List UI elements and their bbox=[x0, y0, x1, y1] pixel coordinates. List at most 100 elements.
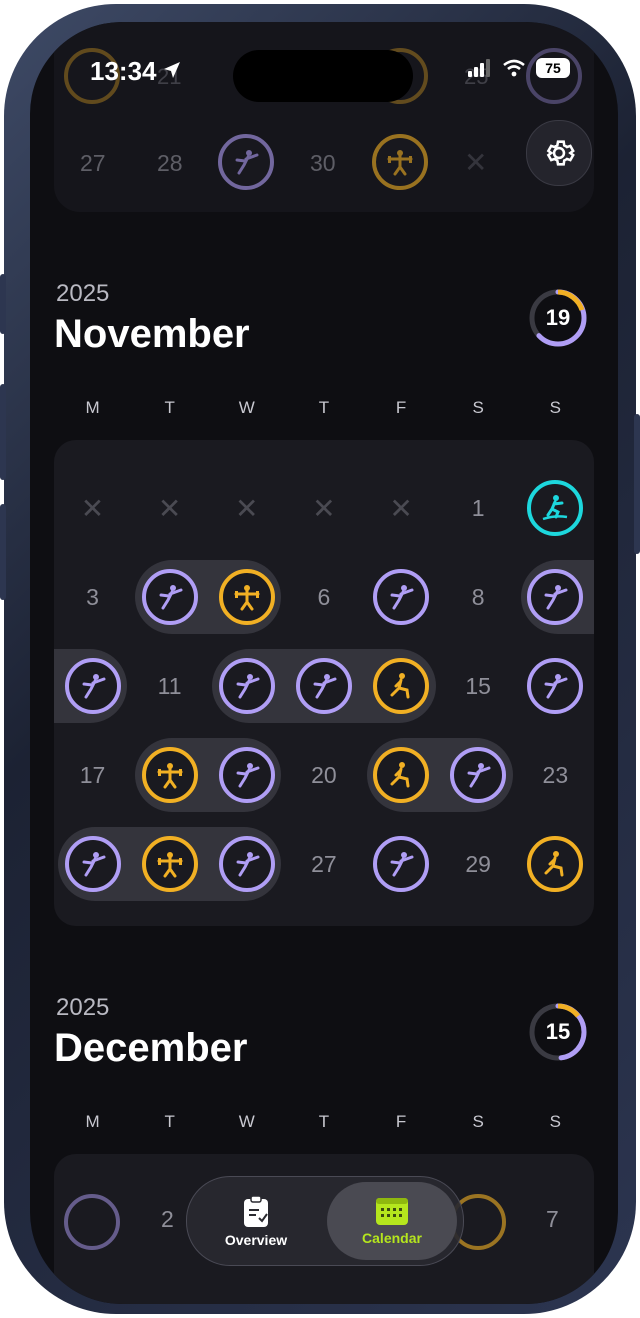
clipboard-icon bbox=[244, 1195, 268, 1227]
kick-icon bbox=[390, 585, 414, 610]
workout-badge bbox=[373, 658, 430, 714]
workout-badge bbox=[218, 836, 275, 892]
day-cell-workout[interactable] bbox=[285, 646, 362, 726]
day-cell-workout[interactable] bbox=[54, 646, 131, 726]
date-label: 23 bbox=[542, 761, 569, 788]
day-cell-workout[interactable] bbox=[517, 557, 594, 637]
day-cell-workout[interactable] bbox=[208, 557, 285, 637]
date-label: 1 bbox=[471, 494, 485, 521]
day-cell[interactable]: 29 bbox=[440, 824, 517, 904]
badge[interactable] bbox=[218, 134, 274, 190]
day-cell-workout[interactable] bbox=[517, 646, 594, 726]
day-cell[interactable]: 23 bbox=[517, 735, 594, 815]
date-label: 27 bbox=[80, 150, 106, 176]
volume-up-button bbox=[0, 384, 6, 480]
kick-icon bbox=[235, 150, 259, 175]
day-cell-workout[interactable] bbox=[363, 557, 440, 637]
day-cell-workout[interactable] bbox=[517, 468, 594, 548]
badge[interactable] bbox=[372, 134, 428, 190]
weekday-label: F bbox=[395, 398, 407, 417]
skip-mark: ✕ bbox=[235, 492, 259, 524]
status-bar: 13:34 75 bbox=[30, 22, 618, 112]
battery-indicator: 75 bbox=[536, 58, 570, 78]
workout-badge bbox=[218, 569, 275, 625]
day-cell-workout[interactable] bbox=[440, 735, 517, 815]
workout-badge bbox=[373, 747, 430, 803]
kick-icon bbox=[390, 852, 414, 877]
day-cell-workout[interactable] bbox=[131, 824, 208, 904]
day-cell-empty: ✕ bbox=[54, 468, 131, 548]
day-cell[interactable]: 11 bbox=[131, 646, 208, 726]
day-cell[interactable]: 17 bbox=[54, 735, 131, 815]
settings-button[interactable] bbox=[526, 120, 592, 186]
day-cell-workout[interactable] bbox=[363, 735, 440, 815]
weekday-label: T bbox=[318, 398, 330, 417]
weightlifting-icon bbox=[387, 150, 413, 176]
date-label: 29 bbox=[465, 850, 491, 877]
day-cell-workout[interactable] bbox=[131, 735, 208, 815]
tab-label: Overview bbox=[224, 1232, 288, 1248]
day-cell-workout[interactable] bbox=[208, 735, 285, 815]
month-count: 15 bbox=[545, 1019, 571, 1044]
month-count-ring[interactable]: 19 bbox=[528, 288, 588, 348]
screen: 21 25 27 28 30 ✕ bbox=[30, 22, 618, 1304]
kick-icon bbox=[82, 852, 105, 877]
location-arrow-icon bbox=[164, 62, 180, 78]
day-cell[interactable]: 8 bbox=[440, 557, 517, 637]
day-cell[interactable]: 6 bbox=[285, 557, 362, 637]
day-cell[interactable]: 3 bbox=[54, 557, 131, 637]
day-cell[interactable]: 1 bbox=[440, 468, 517, 548]
day-cell-workout[interactable] bbox=[363, 824, 440, 904]
volume-down-button bbox=[0, 504, 6, 600]
weekday-label: M bbox=[85, 398, 100, 417]
weekday-label: W bbox=[238, 398, 255, 417]
weekday-label: S bbox=[549, 1112, 561, 1131]
date-label: 2 bbox=[161, 1206, 174, 1232]
phone-frame: 21 25 27 28 30 ✕ bbox=[0, 4, 640, 1314]
day-cell-empty: ✕ bbox=[208, 468, 285, 548]
week-row: 27 28 30 ✕ bbox=[54, 130, 594, 200]
kick-icon bbox=[159, 585, 183, 610]
workout-badge bbox=[141, 747, 198, 803]
weekday-label: W bbox=[238, 1112, 255, 1131]
day-cell-workout[interactable] bbox=[54, 824, 131, 904]
workout-badge bbox=[218, 747, 275, 803]
kick-icon bbox=[82, 674, 105, 699]
weekday-label: S bbox=[549, 398, 561, 417]
date-label: 8 bbox=[471, 583, 485, 610]
weekday-header: M T W T F S S bbox=[54, 398, 594, 418]
month-count-ring[interactable]: 15 bbox=[528, 1002, 588, 1062]
side-button bbox=[0, 274, 6, 334]
workout-badge bbox=[527, 569, 584, 625]
kick-icon bbox=[236, 674, 260, 699]
weekday-label: M bbox=[85, 1112, 100, 1131]
weekday-label: S bbox=[472, 398, 484, 417]
tab-overview[interactable]: Overview bbox=[191, 1182, 321, 1260]
date-label: 11 bbox=[157, 672, 182, 699]
weekday-label: T bbox=[164, 1112, 175, 1131]
day-cell-workout[interactable] bbox=[363, 646, 440, 726]
status-time: 13:34 bbox=[90, 56, 157, 86]
workout-badge bbox=[64, 658, 121, 714]
calendar-icon bbox=[376, 1198, 408, 1225]
weekday-label: S bbox=[472, 1112, 484, 1131]
month-count: 19 bbox=[545, 305, 571, 330]
day-cell-workout[interactable] bbox=[517, 824, 594, 904]
tab-calendar[interactable]: Calendar bbox=[327, 1182, 457, 1260]
kick-icon bbox=[544, 674, 568, 699]
workout-badge bbox=[218, 658, 275, 714]
day-cell[interactable]: 20 bbox=[285, 735, 362, 815]
badge[interactable] bbox=[64, 1194, 120, 1250]
day-cell[interactable]: 15 bbox=[440, 646, 517, 726]
kick-icon bbox=[236, 763, 260, 788]
signal-icon bbox=[468, 59, 490, 77]
power-button bbox=[634, 414, 640, 554]
workout-badge bbox=[295, 658, 352, 714]
day-cell-workout[interactable] bbox=[131, 557, 208, 637]
day-cell-empty: ✕ bbox=[285, 468, 362, 548]
day-cell[interactable]: 27 bbox=[285, 824, 362, 904]
weekday-header: M T W T F S S bbox=[54, 1112, 594, 1132]
day-cell-workout[interactable] bbox=[208, 824, 285, 904]
lunge-icon bbox=[544, 851, 564, 877]
day-cell-workout[interactable] bbox=[208, 646, 285, 726]
